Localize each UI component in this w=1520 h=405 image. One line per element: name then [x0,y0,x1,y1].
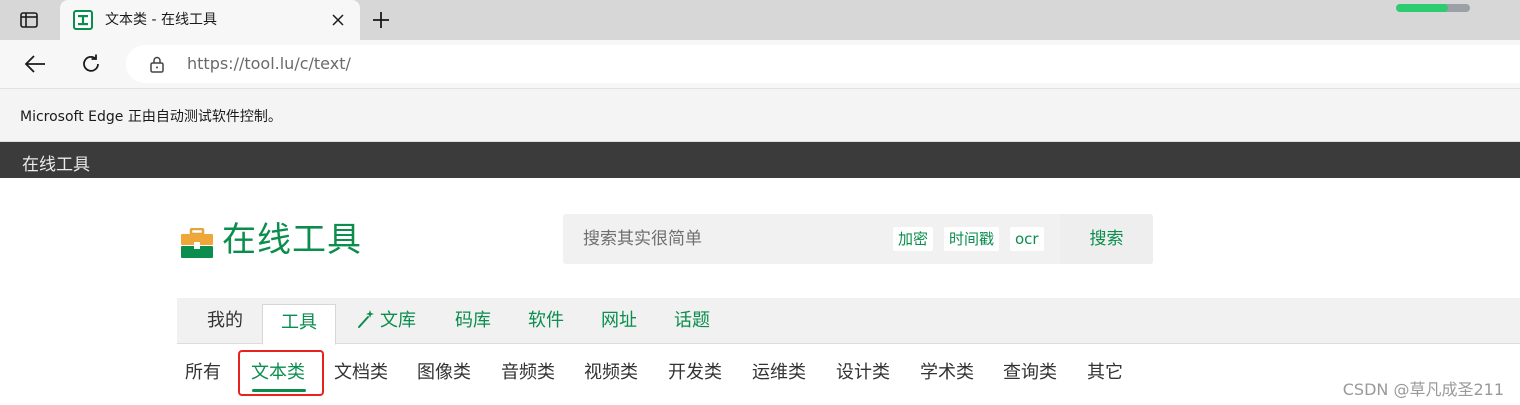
subnav-item-image[interactable]: 图像类 [417,360,471,386]
tab-title: 文本类 - 在线工具 [105,12,217,28]
url-host: https://tool.lu [187,54,295,73]
subnav-item-query[interactable]: 查询类 [1003,360,1057,386]
page-load-progress-fill [1396,4,1448,12]
site-topbar: 在线工具 [0,142,1520,178]
subnav-item-video[interactable]: 视频类 [584,360,638,386]
tab-actions-button[interactable] [10,7,48,33]
nav-item-library[interactable]: 文库 [356,308,416,334]
subnav-item-design[interactable]: 设计类 [836,360,890,386]
browser-tab[interactable]: 文本类 - 在线工具 [60,0,360,40]
back-button[interactable] [18,50,52,78]
plus-icon [373,12,389,28]
search-button[interactable]: 搜索 [1060,214,1153,264]
nav-item-sites[interactable]: 网址 [601,308,637,334]
close-icon [332,14,344,26]
url-text[interactable]: https://tool.lu/c/text/ [187,54,351,74]
tab-actions-icon [20,12,38,28]
infobar-text: Microsoft Edge 正由自动测试软件控制。 [20,109,282,125]
nav-item-tools[interactable]: 工具 [262,304,336,345]
quick-tag-ocr[interactable]: ocr [1010,227,1044,251]
annotation-highlight-box [238,350,324,396]
reload-icon [83,54,99,72]
nav-item-code[interactable]: 码库 [455,308,491,334]
magic-wand-icon [358,310,374,328]
automation-infobar: Microsoft Edge 正由自动测试软件控制。 [0,88,1520,142]
site-logo-text[interactable]: 在线工具 [222,220,362,260]
address-bar[interactable]: https://tool.lu/c/text/ [126,45,1520,83]
lock-icon[interactable] [148,55,166,73]
subnav-item-ops[interactable]: 运维类 [752,360,806,386]
search-box: 加密 时间戳 ocr 搜索 [563,214,1153,264]
quick-tag-encrypt[interactable]: 加密 [893,227,934,251]
reload-button[interactable] [74,50,108,78]
page-load-progress [1396,4,1470,12]
tool-favicon-icon [73,10,93,30]
tab-close-button[interactable] [328,10,348,30]
search-input[interactable] [575,222,885,256]
nav-item-library-label: 文库 [380,310,416,331]
subnav-item-audio[interactable]: 音频类 [501,360,555,386]
browser-toolbar: https://tool.lu/c/text/ [0,40,1520,88]
back-arrow-icon [24,55,45,73]
subnav-item-academic[interactable]: 学术类 [920,360,974,386]
url-path: /c/text/ [294,54,351,73]
main-nav: 我的 工具 文库 码库 软件 网址 话题 [177,298,1520,345]
subnav-item-all[interactable]: 所有 [185,360,221,386]
toolbox-logo-icon[interactable] [181,228,213,258]
tab-strip: 文本类 - 在线工具 [0,0,1520,40]
nav-item-mine[interactable]: 我的 [207,308,243,334]
quick-tag-timestamp[interactable]: 时间戳 [944,227,1000,251]
watermark-text: CSDN @草凡成圣211 [1342,380,1504,399]
new-tab-button[interactable] [368,7,394,33]
nav-item-software[interactable]: 软件 [528,308,564,334]
subnav-item-document[interactable]: 文档类 [334,360,388,386]
subnav-item-other[interactable]: 其它 [1087,360,1123,386]
subnav-item-dev[interactable]: 开发类 [668,360,722,386]
nav-item-topics[interactable]: 话题 [674,308,710,334]
site-topbar-title[interactable]: 在线工具 [22,150,90,175]
